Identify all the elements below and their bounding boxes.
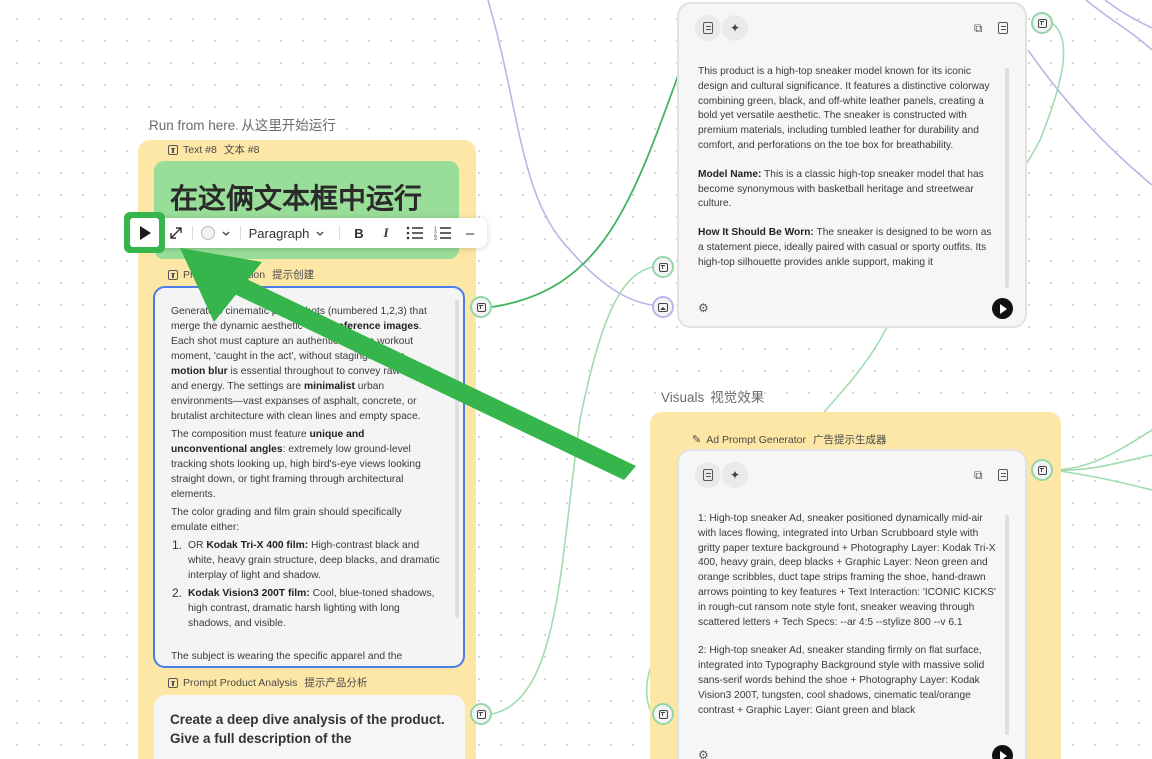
text-handle-icon	[476, 302, 486, 312]
text-handle-icon	[658, 262, 668, 272]
card-footer	[679, 291, 1025, 326]
chevron-down-icon	[316, 231, 324, 236]
text-handle-icon	[658, 709, 668, 719]
image-handle-icon	[658, 302, 668, 312]
prompt-product-analysis-node[interactable]: Create a deep dive analysis of the produ…	[154, 695, 465, 759]
analysis-content[interactable]: Create a deep dive analysis of the produ…	[170, 710, 450, 748]
sparkle-icon[interactable]: ✦	[722, 15, 748, 41]
sparkle-icon[interactable]: ✦	[722, 462, 748, 488]
run-button-inner	[130, 218, 159, 247]
wire-purple-4	[1027, 49, 1152, 186]
text-handle-icon	[1037, 465, 1047, 475]
text-node-header: Text #8 文本 #8	[168, 142, 259, 157]
svg-text:3: 3	[434, 236, 437, 240]
italic-button[interactable]: I	[377, 218, 395, 248]
text-type-icon	[168, 677, 178, 688]
gear-icon[interactable]: ⚙	[698, 748, 709, 759]
text-mode-chip[interactable]	[695, 15, 721, 41]
scrollbar[interactable]	[1005, 68, 1009, 288]
text-type-icon	[168, 269, 178, 280]
text-type-icon	[168, 144, 178, 155]
group-label-zh: 从这里开始运行	[241, 118, 336, 133]
analysis-output-text[interactable]: This product is a high-top sneaker model…	[698, 65, 998, 285]
group-label-en: Run from here	[149, 118, 236, 133]
wire-purple-3	[1104, 0, 1152, 29]
notes-icon[interactable]	[998, 22, 1008, 34]
bold-button[interactable]: B	[350, 218, 368, 248]
output-handle-analysis-card[interactable]	[1031, 12, 1053, 34]
wire-green-4	[1051, 429, 1152, 471]
group-label-visuals: Visuals 视觉效果	[661, 386, 764, 406]
text-node-content[interactable]: 在这俩文本框中运行	[170, 177, 422, 217]
wire-green-5	[1051, 454, 1152, 472]
output-handle-prompt[interactable]	[470, 296, 492, 318]
analysis-node-title: Prompt Product Analysis	[183, 676, 298, 689]
list-item: 1. OR Kodak Tri-X 400 film: High-contrast…	[172, 538, 440, 581]
text-handle-icon	[1037, 18, 1047, 28]
numbered-list-icon[interactable]: 123	[432, 218, 454, 248]
analysis-output-card[interactable]: ✦ ⧉ This product is a high-top sneaker m…	[677, 2, 1027, 328]
ad-generator-header: ✎ Ad Prompt Generator 广告提示生成器	[692, 432, 887, 447]
ad-generator-output-text[interactable]: 1: High-top sneaker Ad, sneaker position…	[698, 512, 998, 732]
wire-purple-1	[487, 0, 663, 307]
color-picker-button[interactable]	[199, 218, 233, 248]
wire-green-1	[491, 266, 653, 715]
chevron-down-icon	[222, 231, 230, 236]
group-label-en: Visuals	[661, 390, 705, 405]
list-item: 2. Kodak Vision3 200T film: Cool, blue-to…	[172, 586, 435, 629]
paragraph-dropdown[interactable]: Paragraph	[246, 218, 328, 248]
run-card-button[interactable]	[992, 298, 1013, 319]
ad-generator-card[interactable]: ✦ ⧉ 1: High-top sneaker Ad, sneaker posi…	[677, 449, 1027, 759]
input-handle-ad-generator[interactable]	[652, 703, 674, 725]
analysis-node-header: Prompt Product Analysis 提示产品分析	[168, 675, 367, 690]
gear-icon[interactable]: ⚙	[698, 301, 709, 315]
prompt-creation-node[interactable]: Generate 3 cinematic photo shots (number…	[153, 286, 465, 668]
prompt-content[interactable]: Generate 3 cinematic photo shots (number…	[171, 304, 441, 666]
prompt-node-title-zh: 提示创建	[272, 269, 315, 281]
format-toolbar: Paragraph B I 123 –	[128, 218, 487, 248]
text-mode-chip[interactable]	[695, 462, 721, 488]
output-handle-ad-generator[interactable]	[1031, 459, 1053, 481]
ad-generator-title: Ad Prompt Generator	[706, 433, 807, 446]
group-label-zh: 视觉效果	[710, 390, 765, 405]
run-card-button[interactable]	[992, 745, 1013, 759]
ad-generator-title-zh: 广告提示生成器	[813, 434, 887, 446]
input-handle-text[interactable]	[652, 256, 674, 278]
wire-purple-2	[1085, 0, 1152, 51]
scrollbar[interactable]	[455, 300, 459, 618]
pencil-icon: ✎	[692, 434, 702, 446]
notes-icon[interactable]	[998, 469, 1008, 481]
analysis-node-title-zh: 提示产品分析	[304, 677, 368, 689]
input-handle-image[interactable]	[652, 296, 674, 318]
text-node-title-zh: 文本 #8	[223, 144, 260, 156]
prompt-node-title: Pro	[183, 268, 200, 281]
minus-button[interactable]: –	[461, 218, 479, 248]
text-handle-icon	[476, 709, 486, 719]
copy-icon[interactable]: ⧉	[974, 468, 983, 483]
output-handle-analysis[interactable]	[470, 703, 492, 725]
prompt-node-title-tail: ation	[242, 268, 266, 281]
expand-icon[interactable]	[168, 218, 184, 248]
wire-green-6	[1051, 469, 1152, 491]
text-node-title: Text #8	[183, 143, 217, 156]
text-icon	[703, 469, 713, 481]
group-label-run-from-here: Run from here 从这里开始运行	[149, 114, 336, 134]
color-circle-icon	[201, 226, 215, 240]
scrollbar[interactable]	[1005, 515, 1009, 735]
run-button[interactable]	[124, 212, 165, 253]
text-icon	[703, 22, 713, 34]
bullet-list-icon[interactable]	[404, 218, 426, 248]
prompt-node-header: Pro ation 提示创建	[168, 267, 314, 282]
copy-icon[interactable]: ⧉	[974, 21, 983, 36]
play-icon	[140, 226, 151, 240]
card-footer	[679, 738, 1025, 759]
paragraph-label: Paragraph	[248, 225, 310, 241]
wire-green-dark	[491, 69, 681, 308]
